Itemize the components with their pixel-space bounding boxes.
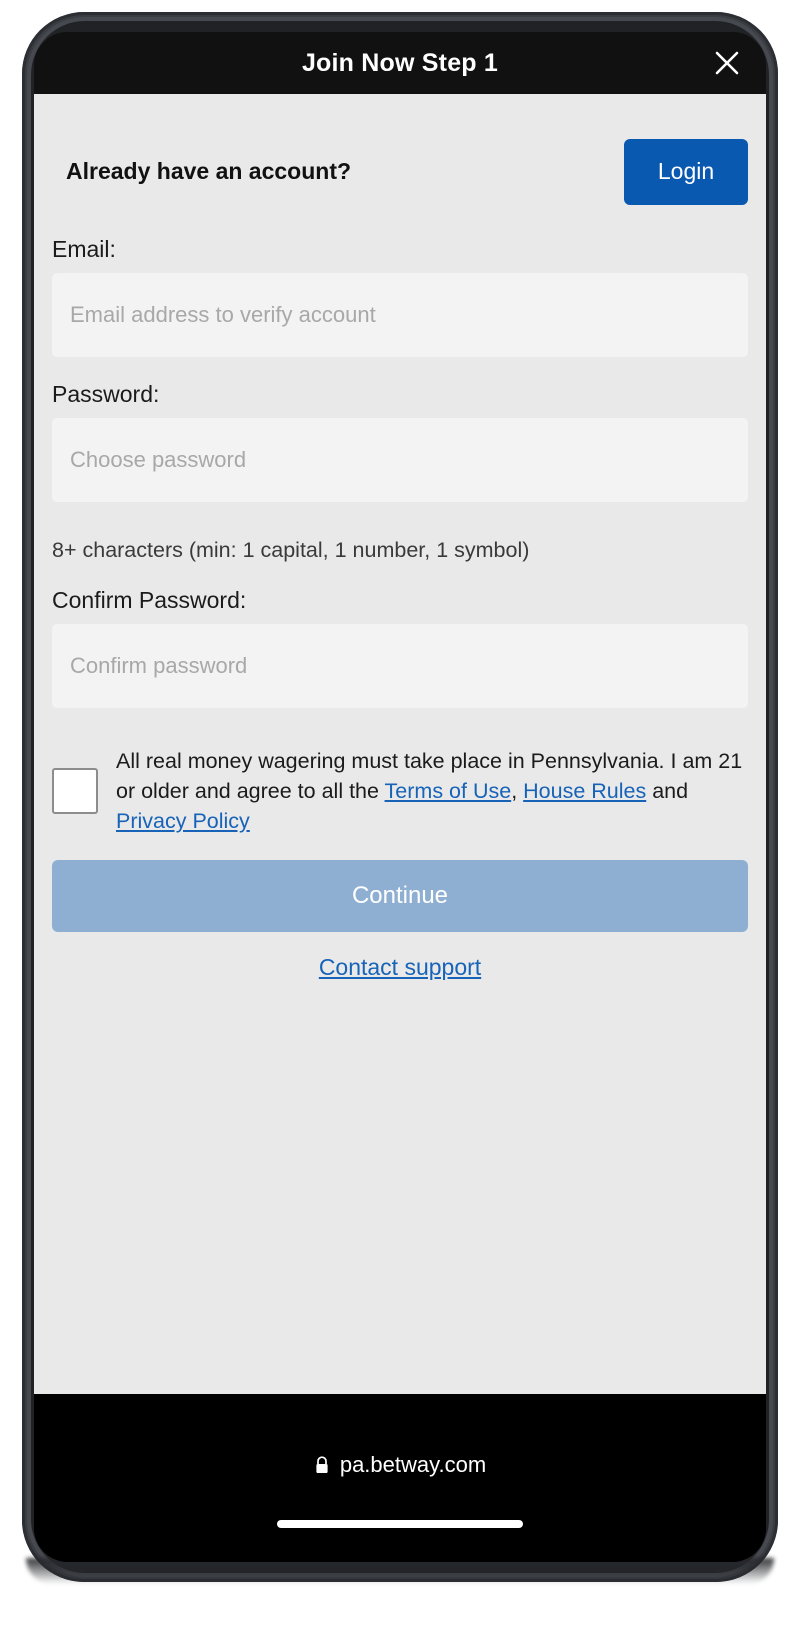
email-field-group: Email: [52, 236, 748, 357]
confirm-password-label: Confirm Password: [52, 587, 247, 613]
password-label: Password: [52, 381, 160, 407]
login-button[interactable]: Login [624, 138, 748, 205]
support-row: Contact support [52, 954, 748, 981]
confirm-password-input[interactable] [52, 624, 748, 708]
close-icon [715, 51, 739, 75]
consent-row: All real money wagering must take place … [52, 746, 748, 836]
browser-bottom-bar: pa.betway.com [34, 1394, 766, 1562]
password-input[interactable] [52, 418, 748, 502]
lock-icon [316, 1455, 328, 1473]
consent-text: All real money wagering must take place … [116, 746, 748, 836]
terms-of-use-link[interactable]: Terms of Use [385, 779, 512, 803]
url-text: pa.betway.com [339, 1452, 487, 1477]
url-bar[interactable]: pa.betway.com [314, 1452, 486, 1478]
continue-button[interactable]: Continue [52, 860, 748, 932]
existing-account-label: Already have an account? [66, 158, 352, 184]
consent-separator-1: , [511, 779, 524, 803]
modal-header: Join Now Step 1 [34, 32, 766, 94]
confirm-password-field-group: Confirm Password: [52, 587, 748, 708]
existing-account-row: Already have an account? Login [52, 94, 748, 212]
phone-screen: Join Now Step 1 Already have an account?… [34, 32, 766, 1562]
password-requirements-hint: 8+ characters (min: 1 capital, 1 number,… [52, 538, 530, 562]
close-modal-button[interactable] [704, 40, 750, 86]
email-input[interactable] [52, 273, 748, 357]
modal-title: Join Now Step 1 [301, 48, 499, 77]
email-label: Email: [52, 236, 116, 262]
house-rules-link[interactable]: House Rules [523, 779, 646, 803]
home-indicator[interactable] [277, 1520, 523, 1528]
privacy-policy-link[interactable]: Privacy Policy [116, 809, 250, 833]
password-field-group: Password: 8+ characters (min: 1 capital,… [52, 381, 748, 563]
consent-separator-2: and [646, 779, 689, 803]
contact-support-link[interactable]: Contact support [319, 954, 481, 980]
screenshot-root: Join Now Step 1 Already have an account?… [0, 0, 800, 1650]
consent-checkbox[interactable] [52, 768, 98, 814]
signup-form-page: Already have an account? Login Email: Pa… [34, 94, 766, 1394]
